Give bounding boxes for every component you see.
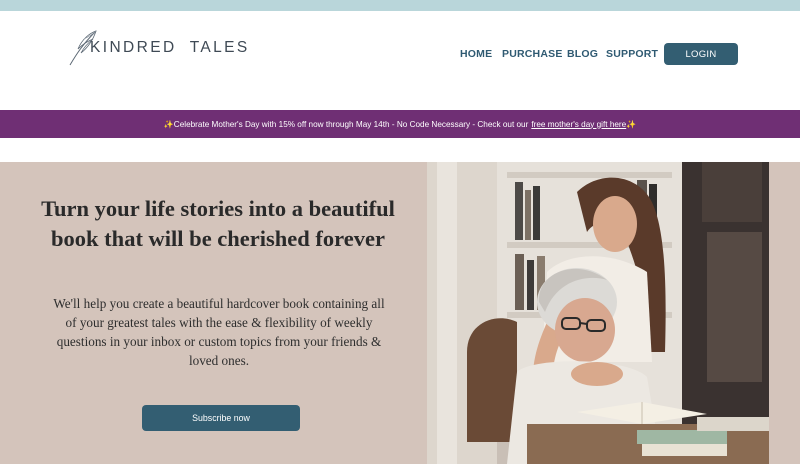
- top-accent-strip: [0, 0, 800, 11]
- sparkle-icon: ✨: [626, 119, 637, 129]
- nav-purchase-link[interactable]: PURCHASE: [502, 48, 563, 60]
- promo-banner: ✨ Celebrate Mother's Day with 15% off no…: [0, 110, 800, 138]
- nav-support-link[interactable]: SUPPORT: [606, 48, 658, 60]
- hero-photo-grandmother-granddaughter: [427, 162, 769, 464]
- brand-name: KINDRED TALES: [90, 39, 250, 56]
- site-header: KINDRED TALES HOME PURCHASE BLOG SUPPORT…: [0, 11, 800, 110]
- hero-text-panel: Turn your life stories into a beautiful …: [0, 162, 427, 464]
- hero-description: We'll help you create a beautiful hardco…: [53, 296, 385, 368]
- hero-title: Turn your life stories into a beautiful …: [41, 196, 395, 251]
- hero-section: Turn your life stories into a beautiful …: [0, 162, 800, 464]
- promo-text: Celebrate Mother's Day with 15% off now …: [173, 119, 529, 129]
- promo-gift-link[interactable]: free mother's day gift here: [531, 120, 626, 129]
- sparkle-icon: ✨: [163, 119, 174, 129]
- login-button[interactable]: LOGIN: [664, 43, 738, 65]
- subscribe-button[interactable]: Subscribe now: [142, 405, 300, 431]
- brand-logo[interactable]: KINDRED TALES: [66, 27, 250, 67]
- nav-home-link[interactable]: HOME: [460, 48, 492, 60]
- section-spacer: [0, 138, 800, 162]
- hero-right-margin: [769, 162, 800, 464]
- nav-blog-link[interactable]: BLOG: [567, 48, 598, 60]
- hero-photo-illustration: [427, 162, 769, 464]
